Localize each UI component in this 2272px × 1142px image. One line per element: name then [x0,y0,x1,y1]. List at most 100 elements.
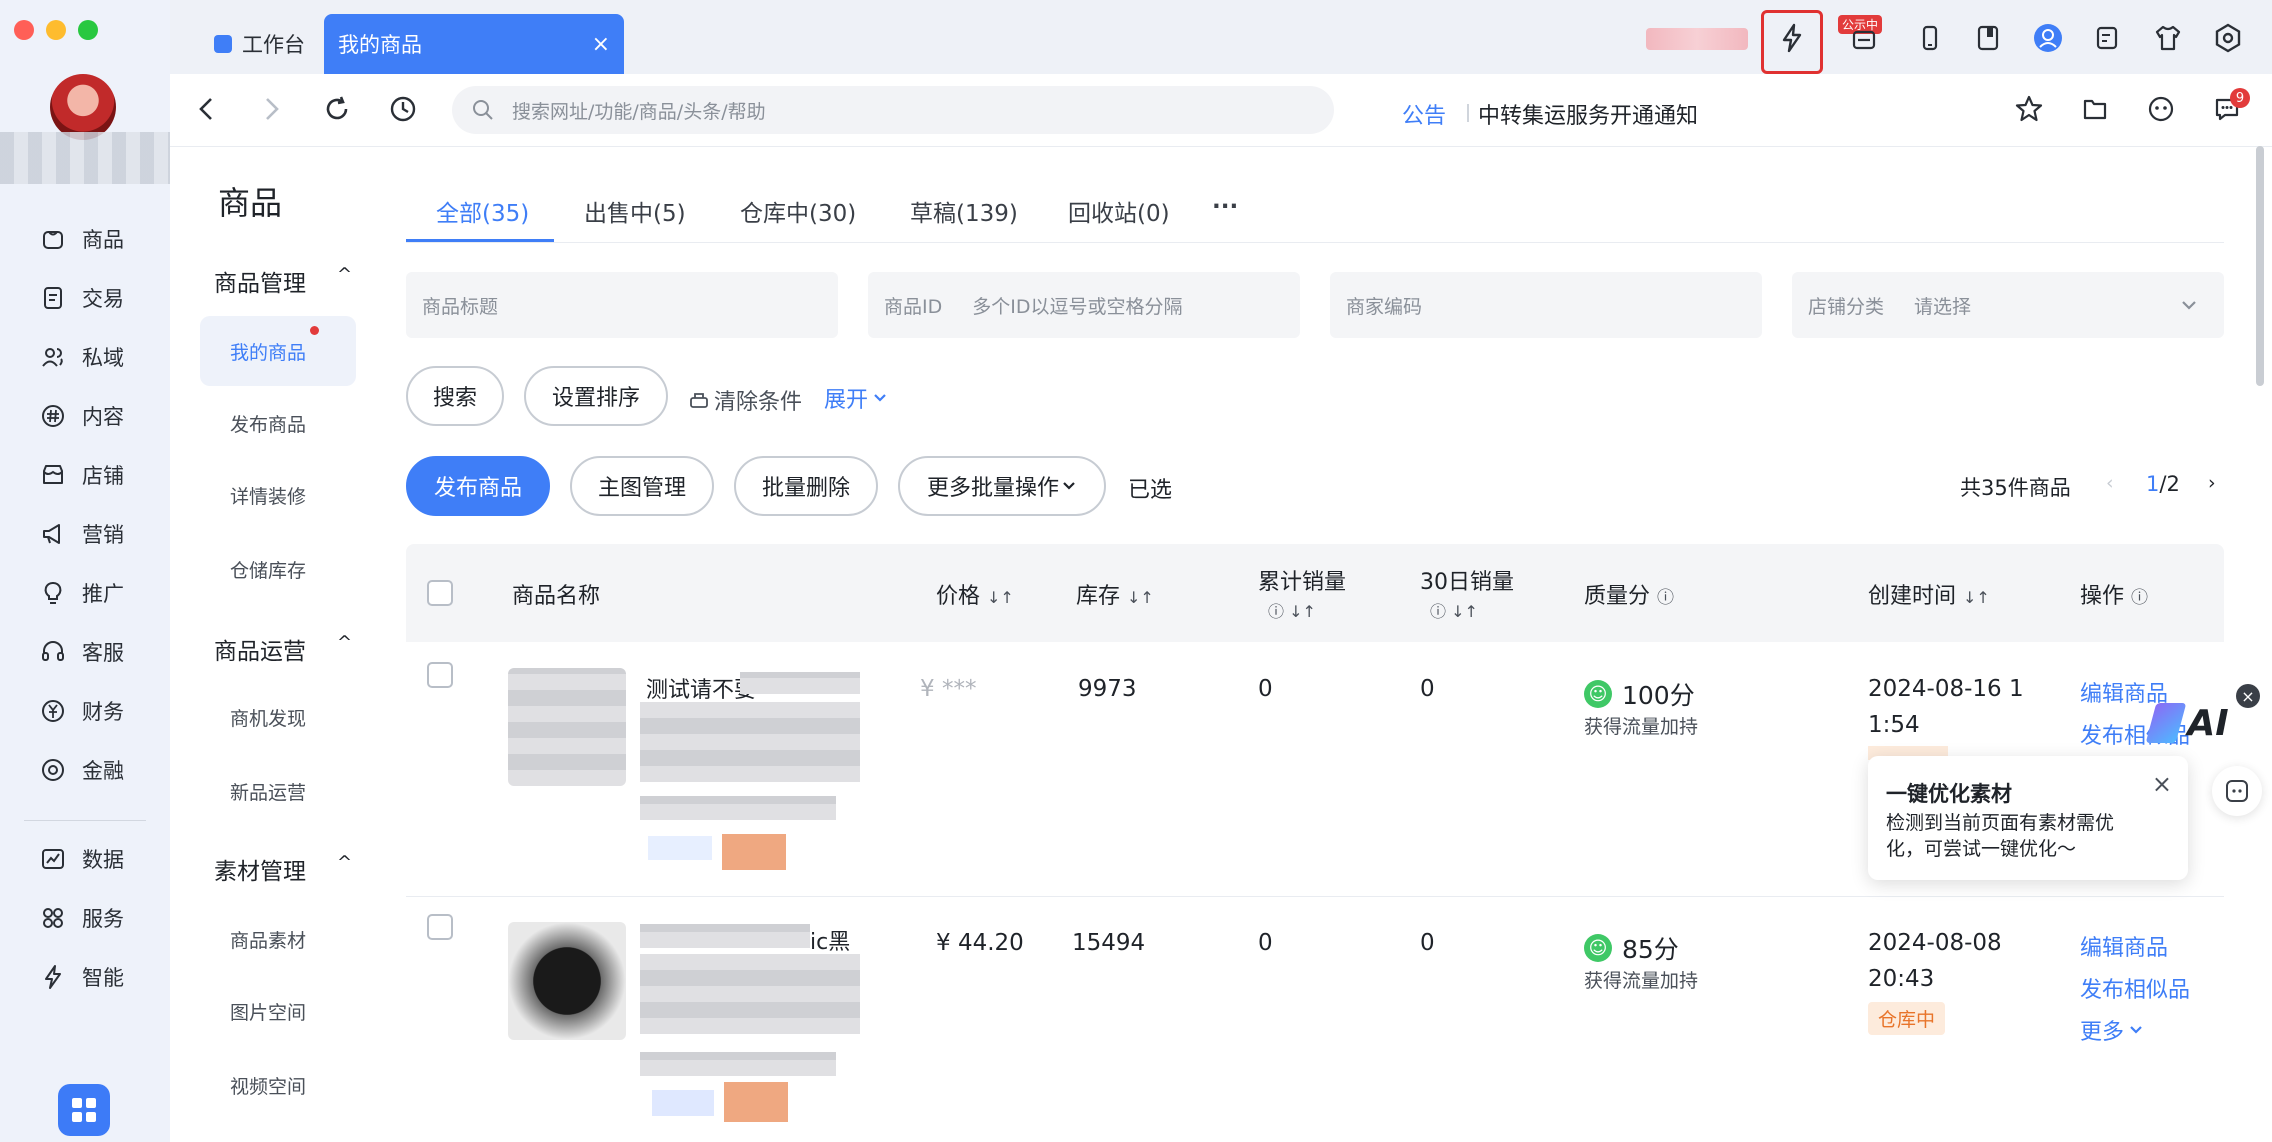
notice-text[interactable]: 中转集运服务开通通知 [1478,98,1698,130]
close-icon[interactable]: × [2152,770,2172,798]
history-icon[interactable] [388,94,418,128]
subnav-image-space[interactable]: 图片空间 [200,976,356,1046]
window-minimize-button[interactable] [46,20,66,40]
publish-product-button[interactable]: 发布商品 [406,456,550,516]
id-filter-input[interactable]: 商品ID 多个ID以逗号或空格分隔 [868,272,1300,338]
close-icon[interactable]: × [2236,684,2260,708]
group-product-management[interactable]: 商品管理 [214,264,306,298]
tab-warehouse[interactable]: 仓库中(30) [740,194,856,228]
sidebar-item-grid[interactable]: 服务 [0,889,170,947]
subnav-my-products[interactable]: 我的商品 [200,316,356,386]
more-label: 更多 [2080,1020,2125,1045]
clear-conditions-button[interactable]: 清除条件 [688,384,802,416]
subnav-label: 发布商品 [230,413,307,436]
sidebar-item-store[interactable]: 店铺 [0,446,170,504]
expand-button[interactable]: 展开 [824,382,888,414]
tab-workbench[interactable]: 工作台 [200,14,320,74]
subnav-video-space[interactable]: 视频空间 [200,1050,356,1120]
help-sort-icon[interactable]: ⓘ ↓↑ [1430,598,1478,622]
sort-button[interactable]: 设置排序 [524,366,668,426]
shirt-icon[interactable] [2146,16,2190,60]
chat-add-icon[interactable] [2212,766,2262,816]
edit-icon[interactable] [2086,16,2130,60]
sidebar-item-hashtag[interactable]: 内容 [0,387,170,445]
store-category-select[interactable]: 店铺分类 请选择 [1792,272,2224,338]
sidebar-item-product[interactable]: 商品 [0,210,170,268]
tab-recycle-bin[interactable]: 回收站(0) [1068,194,1170,228]
group-product-operations[interactable]: 商品运营 [214,632,306,666]
tab-all[interactable]: 全部(35) [436,194,529,228]
row-checkbox[interactable] [427,662,453,688]
chevron-up-icon[interactable]: ^ [337,852,352,873]
group-materials[interactable]: 素材管理 [214,852,306,886]
refresh-icon[interactable] [322,94,352,128]
sidebar-item-users[interactable]: 私域 [0,328,170,386]
subnav-new-products[interactable]: 新品运营 [200,756,356,826]
header-created[interactable]: 创建时间 ↓↑ [1868,578,1990,610]
sidebar-item-megaphone[interactable]: 营销 [0,505,170,563]
ai-assistant-badge[interactable]: AI [2146,688,2230,758]
tab-my-products[interactable]: 我的商品 × [324,14,624,74]
subnav-product-material[interactable]: 商品素材 [200,904,356,974]
header-actions[interactable]: 操作 ⓘ [2080,578,2148,610]
chevron-up-icon[interactable]: ^ [337,632,352,653]
next-page-icon[interactable]: › [2208,472,2216,494]
search-button[interactable]: 搜索 [406,366,504,426]
notice-tag[interactable]: 公告 [1402,98,1446,130]
tab-close-icon[interactable]: × [592,32,610,57]
sidebar-item-bulb[interactable]: 推广 [0,564,170,622]
window-maximize-button[interactable] [78,20,98,40]
select-all-checkbox[interactable] [427,580,453,606]
robot-icon[interactable] [2146,94,2176,128]
more-link[interactable]: 更多 [2080,1014,2144,1046]
subnav-inventory[interactable]: 仓储库存 [200,534,356,604]
monitor-icon[interactable] [1842,16,1886,60]
sidebar-item-order[interactable]: 交易 [0,269,170,327]
current-page: 1 [2146,472,2160,496]
tab-drafts[interactable]: 草稿(139) [910,194,1018,228]
back-icon[interactable] [194,94,220,128]
scrollbar[interactable] [2256,146,2264,386]
settings-icon[interactable] [2206,16,2250,60]
user-circle-icon[interactable] [2026,16,2070,60]
sidebar-item-finance[interactable]: 金融 [0,741,170,799]
app-logo-icon[interactable] [58,1084,110,1136]
sidebar-item-lightning[interactable]: 智能 [0,948,170,1006]
edit-product-link[interactable]: 编辑商品 [2080,930,2168,962]
sidebar-item-yen[interactable]: 财务 [0,682,170,740]
more-batch-button[interactable]: 更多批量操作 [898,456,1106,516]
product-thumbnail[interactable] [508,922,626,1040]
subnav-publish[interactable]: 发布商品 [200,388,356,458]
main-image-button[interactable]: 主图管理 [570,456,714,516]
batch-delete-button[interactable]: 批量删除 [734,456,878,516]
subnav-opportunity[interactable]: 商机发现 [200,682,356,752]
subnav-label: 视频空间 [230,1075,307,1098]
help-sort-icon[interactable]: ⓘ ↓↑ [1268,598,1316,622]
header-price[interactable]: 价格 ↓↑ [936,578,1014,610]
sidebar-item-chart[interactable]: 数据 [0,830,170,888]
header-stock[interactable]: 库存 ↓↑ [1076,578,1154,610]
star-icon[interactable] [2014,94,2044,128]
sidebar-item-headset[interactable]: 客服 [0,623,170,681]
prev-page-icon[interactable]: ‹ [2106,472,2114,494]
search-input[interactable]: 搜索网址/功能/商品/头条/帮助 [452,86,1334,134]
header-quality[interactable]: 质量分 ⓘ [1584,578,1674,610]
merchant-code-input[interactable]: 商家编码 [1330,272,1762,338]
chevron-up-icon[interactable]: ^ [337,264,352,285]
window-close-button[interactable] [14,20,34,40]
more-tabs-icon[interactable]: ··· [1212,194,1238,220]
folder-icon[interactable] [2080,94,2110,128]
book-icon[interactable] [1966,16,2010,60]
header-label: 库存 [1076,584,1121,609]
phone-icon[interactable] [1908,16,1952,60]
row-checkbox[interactable] [427,914,453,940]
product-thumbnail[interactable] [508,668,626,786]
title-filter-input[interactable]: 商品标题 [406,272,838,338]
forward-icon[interactable] [258,94,284,128]
product-title[interactable]: ic黑 [810,924,850,956]
avatar[interactable] [50,74,116,140]
subnav-detail-decor[interactable]: 详情装修 [200,460,356,530]
total-pages: /2 [2159,472,2180,496]
tab-on-sale[interactable]: 出售中(5) [584,194,686,228]
publish-similar-link[interactable]: 发布相似品 [2080,972,2190,1004]
